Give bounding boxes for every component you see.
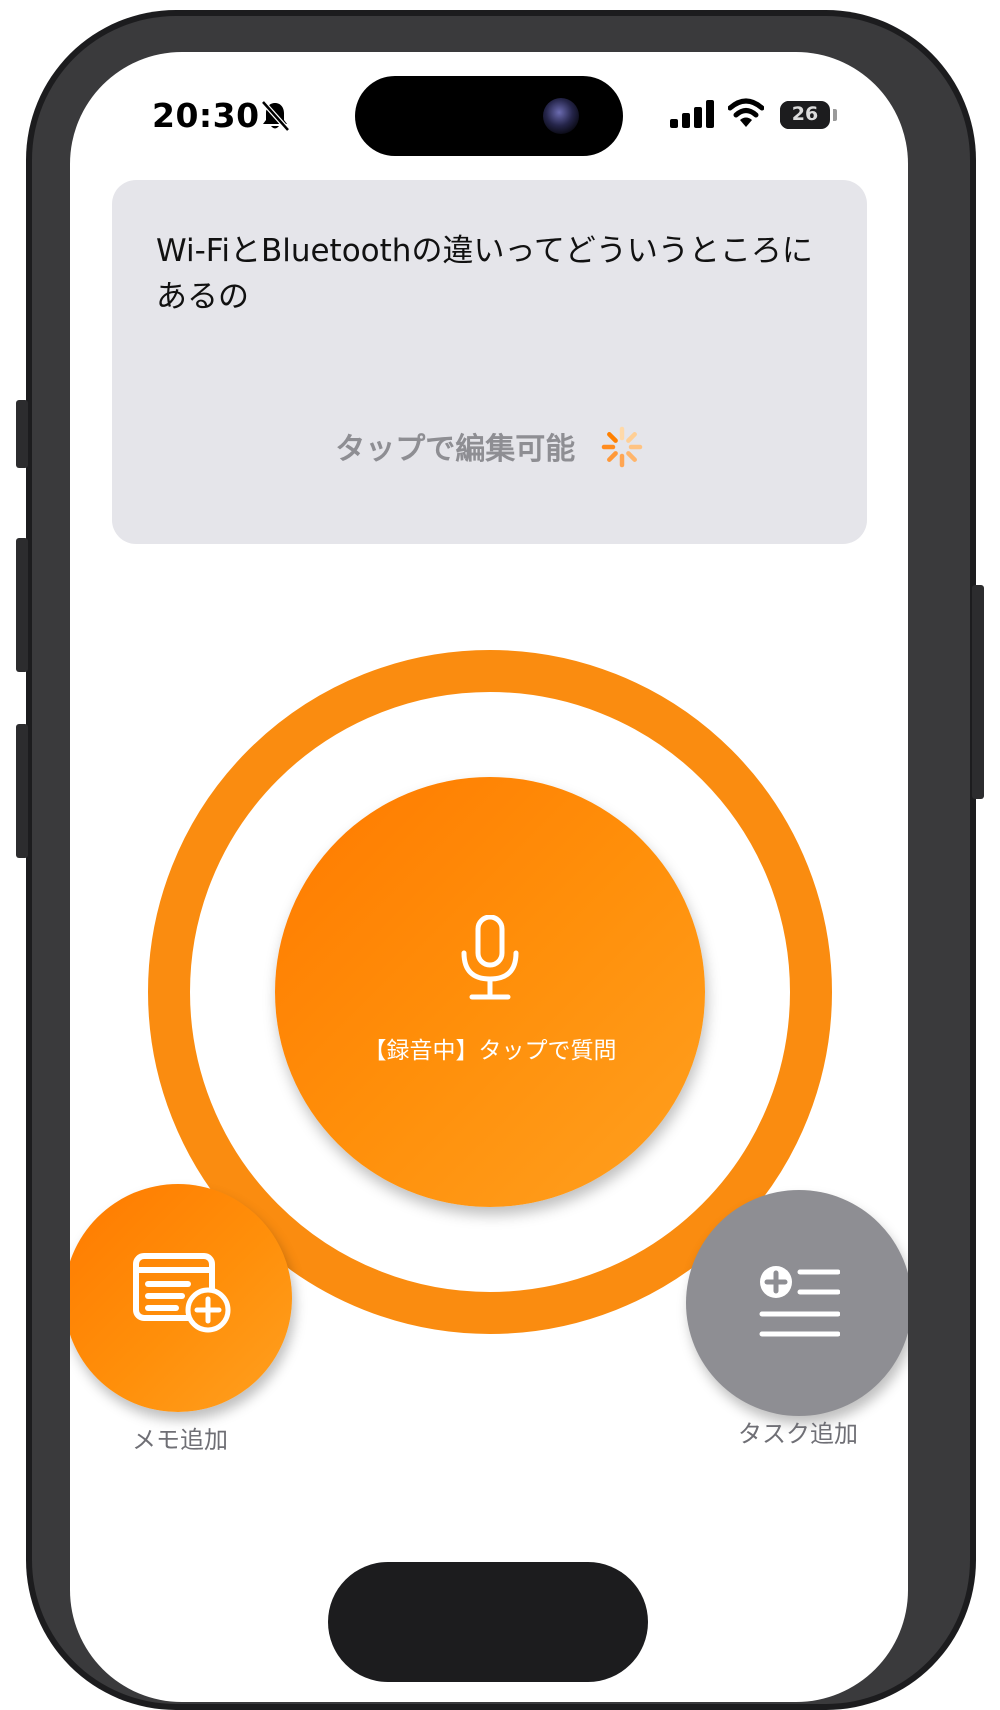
bell-slash-icon: [261, 100, 290, 132]
add-memo-button[interactable]: [70, 1184, 292, 1412]
edit-hint-label: タップで編集可能: [335, 432, 576, 467]
wifi-icon: [728, 98, 764, 127]
battery-icon: 26: [780, 101, 830, 129]
add-memo-label: メモ追加: [132, 1426, 228, 1454]
silent-switch: [16, 400, 28, 468]
volume-up-button: [16, 538, 28, 672]
task-add-icon: [759, 1266, 840, 1337]
battery-cap: [833, 109, 837, 121]
edit-hint: タップで編集可能: [112, 424, 867, 473]
cellular-signal-icon: [670, 100, 714, 128]
dynamic-island: [355, 76, 623, 156]
battery-percentage: 26: [791, 103, 819, 125]
question-card[interactable]: Wi-FiとBluetoothの違いってどういうところにあるの タップで編集可能: [112, 180, 867, 544]
mic-button-label: 【録音中】タップで質問: [363, 1038, 617, 1064]
record-question-button[interactable]: 【録音中】タップで質問: [275, 777, 705, 1207]
memo-add-icon: [133, 1253, 231, 1333]
front-camera: [543, 98, 579, 134]
phone-screen: 20:30 26 Wi-FiとBluetoothの違いってどういうところにあるの…: [70, 52, 908, 1702]
add-task-button[interactable]: [686, 1190, 908, 1416]
loading-spinner-icon: [601, 426, 642, 467]
microphone-icon: [461, 915, 519, 1000]
status-time: 20:30: [152, 96, 260, 135]
bottom-dock[interactable]: [328, 1562, 648, 1682]
question-text[interactable]: Wi-FiとBluetoothの違いってどういうところにあるの: [156, 228, 836, 320]
power-button: [972, 585, 984, 799]
volume-down-button: [16, 724, 28, 858]
add-task-label: タスク追加: [738, 1420, 858, 1448]
